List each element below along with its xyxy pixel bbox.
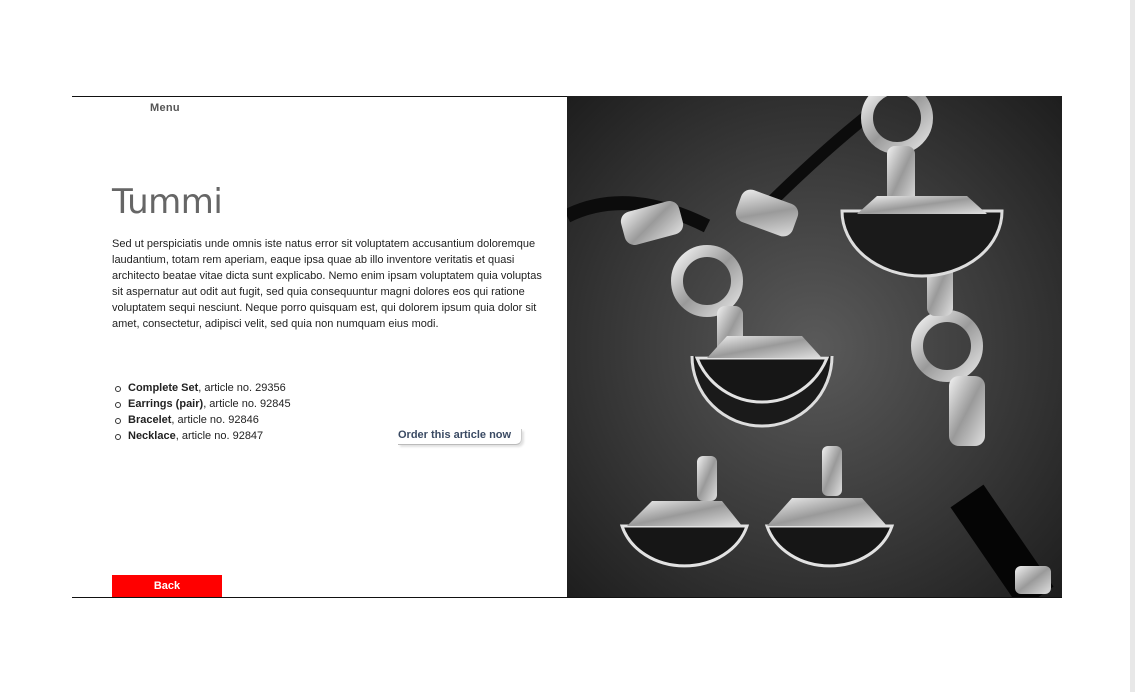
product-description: Sed ut perspiciatis unde omnis iste natu… — [112, 238, 542, 330]
list-item: Bracelet, article no. 92846 — [112, 412, 291, 428]
article-name: Bracelet — [128, 414, 172, 426]
menu-button[interactable]: Menu — [150, 102, 180, 114]
list-item: Necklace, article no. 92847 — [112, 428, 291, 444]
bottom-divider — [72, 597, 1062, 598]
page-title: Tummi — [112, 182, 223, 222]
window-edge — [1130, 0, 1135, 692]
back-button[interactable]: Back — [112, 575, 222, 597]
order-article-button[interactable]: Order this article now — [398, 429, 523, 445]
article-number: , article no. 92847 — [175, 430, 264, 442]
article-name: Necklace — [128, 430, 176, 442]
article-number: , article no. 92846 — [171, 414, 259, 426]
article-name: Earrings (pair) — [128, 398, 204, 410]
article-number: , article no. 92845 — [203, 398, 291, 410]
jewelry-image — [567, 96, 1062, 598]
list-item: Complete Set, article no. 29356 — [112, 380, 291, 396]
article-name: Complete Set — [128, 382, 199, 394]
article-list: Complete Set, article no. 29356 Earrings… — [112, 380, 291, 444]
list-item: Earrings (pair), article no. 92845 — [112, 396, 291, 412]
product-photo — [567, 96, 1062, 598]
product-panel: Menu Tummi Sed ut perspiciatis unde omni… — [72, 96, 1062, 598]
article-number: , article no. 29356 — [198, 382, 286, 394]
